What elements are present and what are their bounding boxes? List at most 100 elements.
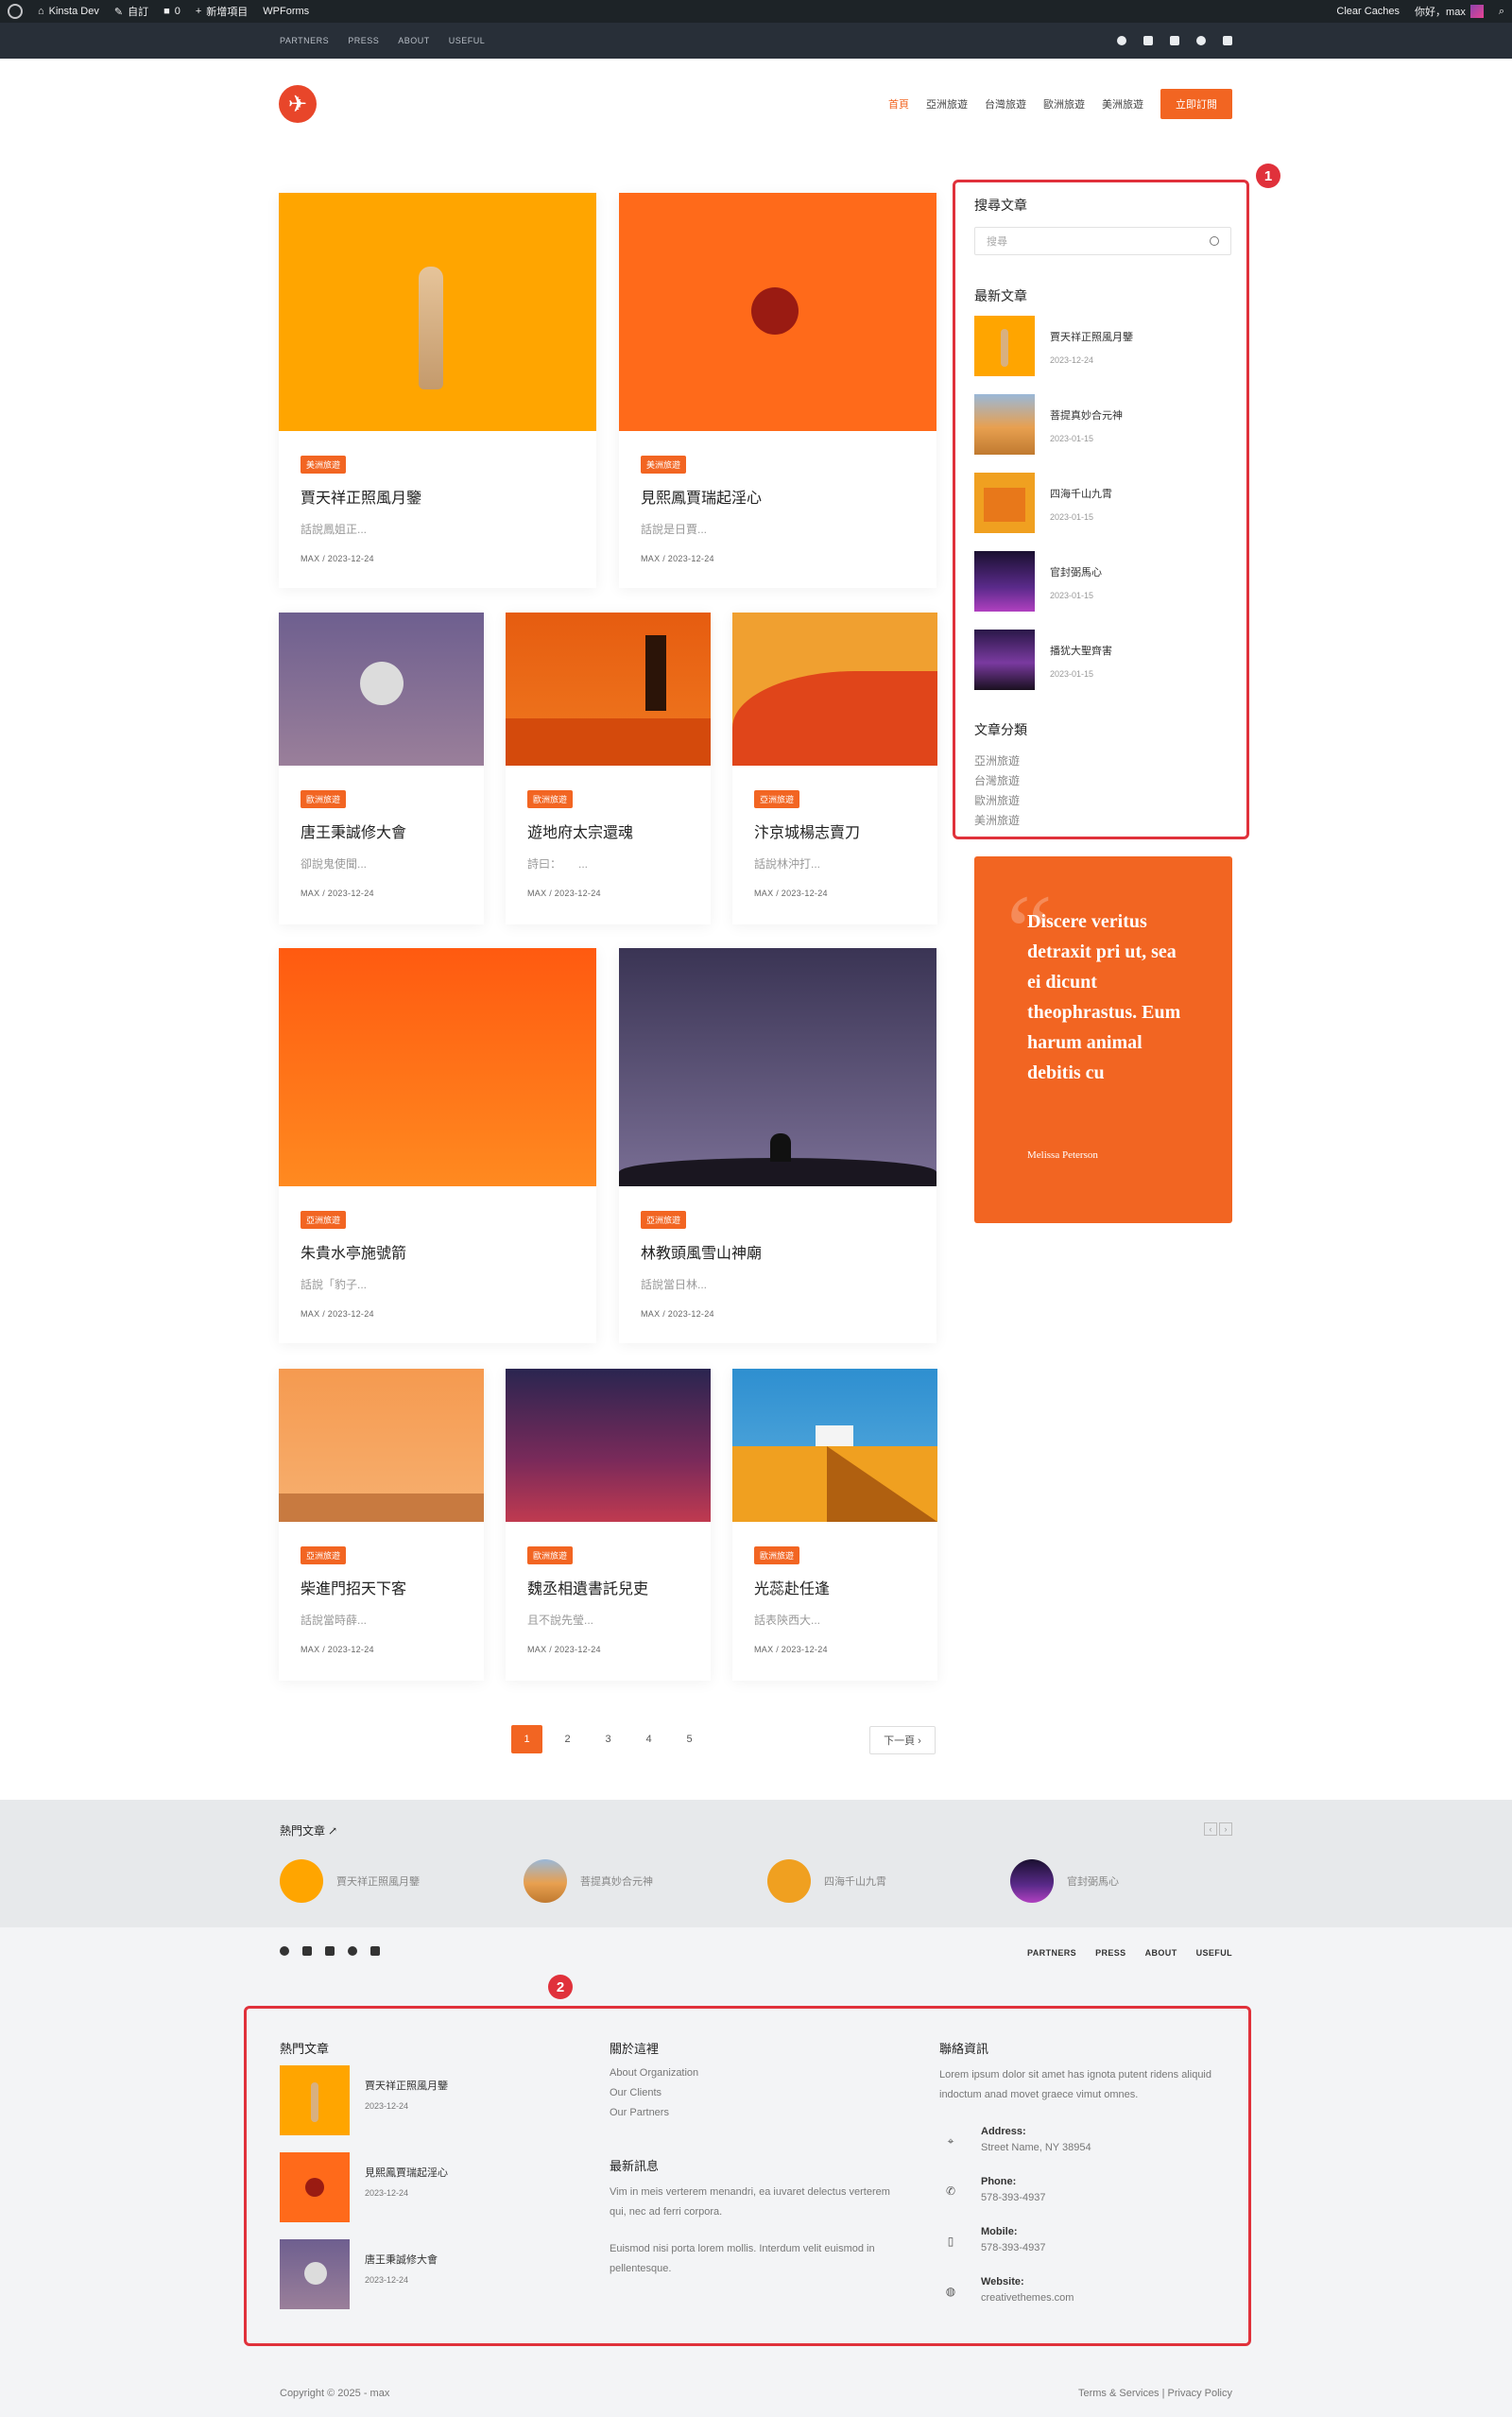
category-badge[interactable]: 美洲旅遊 — [301, 456, 347, 474]
footer-popular-post-title[interactable]: 見熙鳳賈瑞起淫心 — [365, 2164, 448, 2184]
account-menu[interactable]: 你好，max — [1407, 0, 1491, 23]
category-badge[interactable]: 亞洲旅遊 — [754, 790, 800, 808]
popular-item-title[interactable]: 官封弼馬心 — [1067, 1873, 1119, 1889]
contact-value[interactable]: creativethemes.com — [981, 2292, 1074, 2304]
post-title[interactable]: 遊地府太宗還魂 — [527, 820, 689, 842]
recent-post-item[interactable]: 播犹大聖齊害 2023-01-15 — [974, 630, 1112, 690]
popular-item-title[interactable]: 菩提真妙合元神 — [580, 1873, 653, 1889]
post-image[interactable] — [619, 948, 936, 1186]
nav-europe[interactable]: 歐洲旅遊 — [1043, 96, 1085, 112]
footer-link-about-organization[interactable]: About Organization — [610, 2063, 698, 2083]
popular-item-title[interactable]: 四海千山九霄 — [824, 1873, 886, 1889]
post-title[interactable]: 見熙鳳賈瑞起淫心 — [641, 485, 915, 508]
recent-post-item[interactable]: 菩提真妙合元神 2023-01-15 — [974, 394, 1123, 455]
comments-link[interactable]: ■ 0 — [156, 0, 188, 23]
nav-home[interactable]: 首頁 — [888, 96, 909, 112]
popular-item[interactable]: 賈天祥正照風月鑒 — [280, 1859, 420, 1903]
post-image[interactable] — [279, 948, 596, 1186]
category-link-america[interactable]: 美洲旅遊 — [974, 811, 1020, 831]
recent-post-item[interactable]: 賈天祥正照風月鑒 2023-12-24 — [974, 316, 1133, 376]
footer-link-our-clients[interactable]: Our Clients — [610, 2083, 698, 2103]
page-1[interactable]: 1 — [511, 1725, 542, 1753]
x-icon[interactable] — [1143, 36, 1153, 45]
clear-caches-button[interactable]: Clear Caches — [1329, 0, 1407, 23]
page-4[interactable]: 4 — [633, 1725, 664, 1753]
page-2[interactable]: 2 — [552, 1725, 583, 1753]
category-badge[interactable]: 歐洲旅遊 — [527, 790, 574, 808]
recent-post-title[interactable]: 賈天祥正照風月鑒 — [1050, 329, 1133, 344]
popular-thumbnail[interactable] — [524, 1859, 567, 1903]
post-card[interactable]: 美洲旅遊 賈天祥正照風月鑒 話說鳳姐正... MAX / 2023-12-24 — [279, 193, 596, 588]
post-title[interactable]: 魏丞相遺書託兒吏 — [527, 1576, 689, 1598]
popular-thumbnail[interactable] — [1010, 1859, 1054, 1903]
footer-popular-post-title[interactable]: 唐王秉誠修大會 — [365, 2251, 438, 2270]
popular-item[interactable]: 四海千山九霄 — [767, 1859, 886, 1903]
popular-item[interactable]: 官封弼馬心 — [1010, 1859, 1119, 1903]
category-badge[interactable]: 美洲旅遊 — [641, 456, 687, 474]
post-card[interactable]: 歐洲旅遊 光蕊赴任逢 話表陝西大... MAX / 2023-12-24 — [732, 1369, 937, 1681]
post-title[interactable]: 朱貴水亭施號箭 — [301, 1240, 575, 1263]
contact-value[interactable]: 578-393-4937 — [981, 2192, 1046, 2203]
footer-popular-post-title[interactable]: 賈天祥正照風月鑒 — [365, 2077, 448, 2097]
footer-popular-item[interactable]: 見熙鳳賈瑞起淫心 2023-12-24 — [280, 2152, 448, 2222]
post-title[interactable]: 汴京城楊志賣刀 — [754, 820, 916, 842]
wpforms-link[interactable]: WPForms — [255, 0, 317, 23]
topbar-link-useful[interactable]: USEFUL — [449, 36, 486, 45]
footer-link-useful[interactable]: USEFUL — [1196, 1948, 1232, 1958]
facebook-icon[interactable] — [280, 1946, 289, 1956]
nav-asia[interactable]: 亞洲旅遊 — [926, 96, 968, 112]
footer-popular-item[interactable]: 賈天祥正照風月鑒 2023-12-24 — [280, 2065, 448, 2135]
post-card[interactable]: 美洲旅遊 見熙鳳賈瑞起淫心 話說是日賈... MAX / 2023-12-24 — [619, 193, 936, 588]
wordpress-menu[interactable] — [0, 0, 30, 23]
prev-arrow-icon[interactable]: ‹ — [1204, 1822, 1217, 1836]
category-link-europe[interactable]: 歐洲旅遊 — [974, 791, 1020, 811]
recent-post-thumbnail[interactable] — [974, 551, 1035, 612]
post-title[interactable]: 光蕊赴任逢 — [754, 1576, 916, 1598]
topbar-link-about[interactable]: ABOUT — [398, 36, 430, 45]
search-icon[interactable] — [1210, 236, 1219, 246]
recent-post-thumbnail[interactable] — [974, 316, 1035, 376]
recent-post-title[interactable]: 官封弼馬心 — [1050, 564, 1102, 579]
site-logo[interactable]: ✈ — [279, 85, 317, 123]
topbar-link-partners[interactable]: PARTNERS — [280, 36, 329, 45]
page-3[interactable]: 3 — [593, 1725, 624, 1753]
admin-search-button[interactable]: ⌕ — [1491, 0, 1512, 23]
footer-popular-item[interactable]: 唐王秉誠修大會 2023-12-24 — [280, 2239, 438, 2309]
recent-post-thumbnail[interactable] — [974, 394, 1035, 455]
category-badge[interactable]: 亞洲旅遊 — [301, 1546, 347, 1564]
post-image[interactable] — [619, 193, 936, 431]
footer-link-our-partners[interactable]: Our Partners — [610, 2103, 698, 2123]
contact-value[interactable]: 578-393-4937 — [981, 2242, 1046, 2253]
post-card[interactable]: 歐洲旅遊 遊地府太宗還魂 詩曰： ... MAX / 2023-12-24 — [506, 613, 711, 924]
instagram-icon[interactable] — [1170, 36, 1179, 45]
footer-link-partners[interactable]: PARTNERS — [1027, 1948, 1076, 1958]
category-badge[interactable]: 歐洲旅遊 — [527, 1546, 574, 1564]
post-title[interactable]: 柴進門招天下客 — [301, 1576, 462, 1598]
post-card[interactable]: 亞洲旅遊 汴京城楊志賣刀 話說林沖打... MAX / 2023-12-24 — [732, 613, 937, 924]
category-link-asia[interactable]: 亞洲旅遊 — [974, 751, 1020, 771]
popular-item-title[interactable]: 賈天祥正照風月鑒 — [336, 1873, 420, 1889]
recent-post-item[interactable]: 四海千山九霄 2023-01-15 — [974, 473, 1112, 533]
site-name-link[interactable]: ⌂ Kinsta Dev — [30, 0, 107, 23]
recent-post-thumbnail[interactable] — [974, 473, 1035, 533]
pinterest-icon[interactable] — [1196, 36, 1206, 45]
search-input[interactable]: 搜尋 — [974, 227, 1231, 255]
popular-item[interactable]: 菩提真妙合元神 — [524, 1859, 653, 1903]
post-image[interactable] — [732, 613, 937, 766]
popular-thumbnail[interactable] — [280, 1859, 323, 1903]
facebook-icon[interactable] — [1117, 36, 1126, 45]
youtube-icon[interactable] — [370, 1946, 380, 1956]
post-card[interactable]: 亞洲旅遊 林教頭風雪山神廟 話說當日林... MAX / 2023-12-24 — [619, 948, 936, 1343]
new-content-link[interactable]: + 新增項目 — [188, 0, 255, 23]
popular-thumbnail[interactable] — [767, 1859, 811, 1903]
post-card[interactable]: 亞洲旅遊 朱貴水亭施號箭 話說「豹子... MAX / 2023-12-24 — [279, 948, 596, 1343]
footer-popular-thumbnail[interactable] — [280, 2152, 350, 2222]
category-badge[interactable]: 亞洲旅遊 — [301, 1211, 347, 1229]
next-page-button[interactable]: 下一頁 › — [869, 1726, 936, 1754]
footer-popular-thumbnail[interactable] — [280, 2065, 350, 2135]
x-icon[interactable] — [302, 1946, 312, 1956]
recent-post-title[interactable]: 菩提真妙合元神 — [1050, 407, 1123, 423]
category-link-taiwan[interactable]: 台灣旅遊 — [974, 771, 1020, 791]
post-card[interactable]: 亞洲旅遊 柴進門招天下客 話說當時薛... MAX / 2023-12-24 — [279, 1369, 484, 1681]
youtube-icon[interactable] — [1223, 36, 1232, 45]
